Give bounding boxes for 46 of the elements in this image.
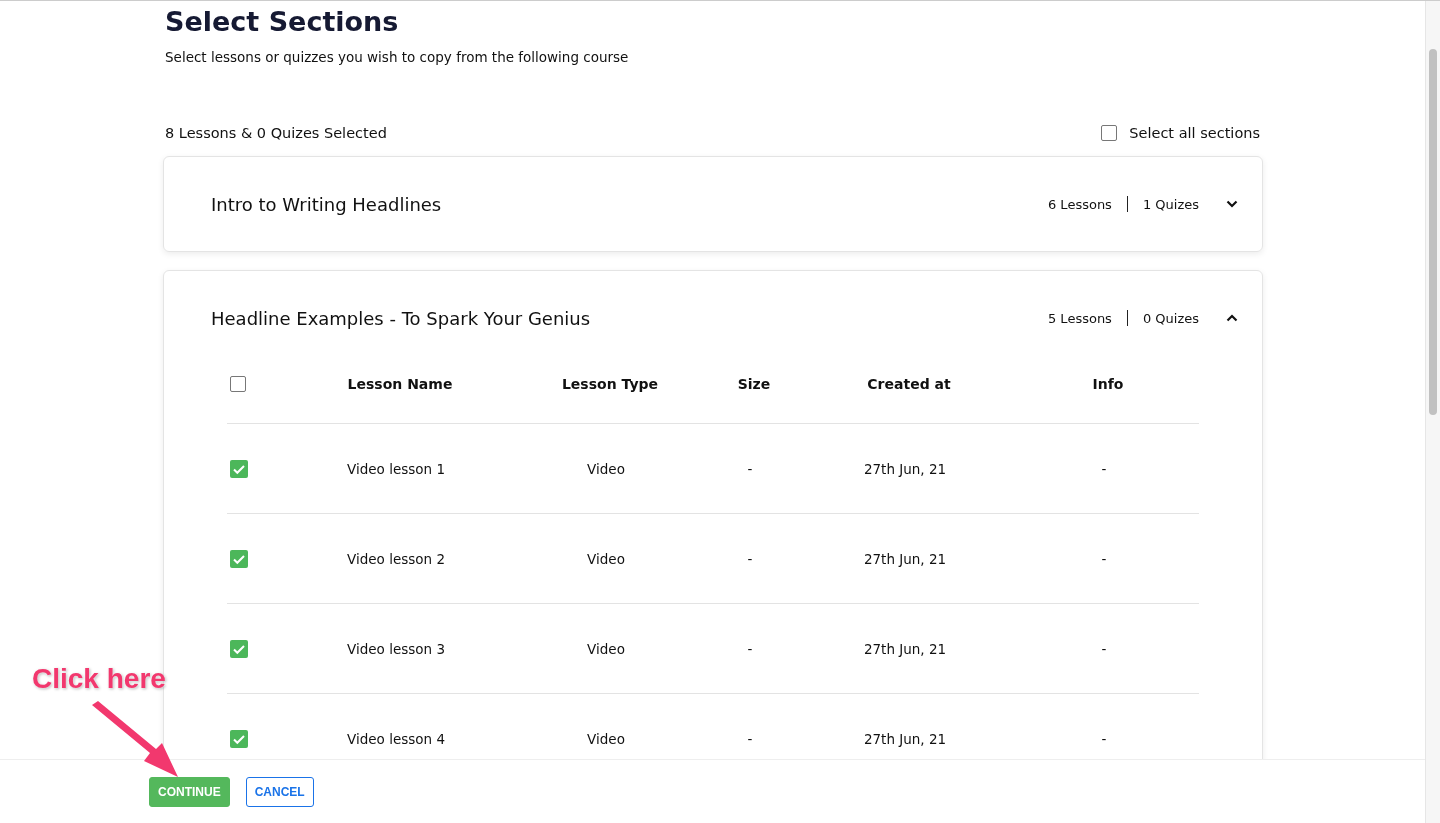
selection-summary: 8 Lessons & 0 Quizes Selected (165, 125, 387, 141)
table-cell: Video lesson 3 (347, 640, 445, 657)
column-header: Lesson Name (347, 376, 453, 392)
column-header: Size (737, 376, 771, 392)
table-cell: - (747, 550, 753, 567)
column-header: Created at (867, 376, 951, 392)
select-all-lessons-checkbox[interactable] (230, 376, 246, 392)
chevron-up-icon[interactable] (1226, 314, 1238, 322)
lesson-checkbox[interactable] (230, 639, 248, 658)
table-cell: - (747, 460, 753, 477)
table-cell: Video (587, 550, 625, 567)
column-header: Info (1092, 376, 1124, 392)
table-cell: Video lesson 4 (347, 730, 445, 747)
page-subtitle: Select lessons or quizzes you wish to copy from the following course (165, 49, 630, 65)
table-cell: Video lesson 2 (347, 550, 445, 567)
lesson-count: 6 Lessons (1047, 196, 1112, 212)
section-title[interactable]: Headline Examples - To Spark Your Genius (211, 307, 591, 329)
quiz-count: 0 Quizes (1142, 310, 1199, 326)
table-cell: - (747, 730, 753, 747)
table-cell: Video (587, 640, 625, 657)
lesson-checkbox[interactable] (230, 729, 248, 748)
select-all-checkbox[interactable] (1101, 125, 1118, 141)
section-title[interactable]: Intro to Writing Headlines (211, 193, 442, 215)
table-cell: 27th Jun, 21 (863, 640, 947, 657)
table-cell: - (1101, 460, 1107, 477)
lesson-checkbox[interactable] (230, 549, 248, 568)
table-cell: - (1101, 550, 1107, 567)
quiz-count: 1 Quizes (1142, 196, 1199, 212)
table-cell: Video (587, 460, 625, 477)
page-title: Select Sections (165, 5, 400, 39)
table-cell: - (1101, 730, 1107, 747)
table-cell: 27th Jun, 21 (863, 730, 947, 747)
table-cell: - (1101, 640, 1107, 657)
column-header: Lesson Type (561, 376, 659, 392)
select-all-label[interactable]: Select all sections (1129, 125, 1260, 141)
table-cell: 27th Jun, 21 (863, 460, 947, 477)
table-cell: - (747, 640, 753, 657)
table-cell: Video lesson 1 (347, 460, 445, 477)
table-cell: 27th Jun, 21 (863, 550, 947, 567)
annotation-text: Click here (32, 663, 166, 695)
lesson-count: 5 Lessons (1047, 310, 1112, 326)
chevron-down-icon[interactable] (1226, 200, 1238, 208)
table-cell: Video (587, 730, 625, 747)
lesson-checkbox[interactable] (230, 459, 248, 478)
cancel-button[interactable]: CANCEL (245, 776, 314, 807)
scrollbar-thumb[interactable] (1429, 49, 1437, 415)
